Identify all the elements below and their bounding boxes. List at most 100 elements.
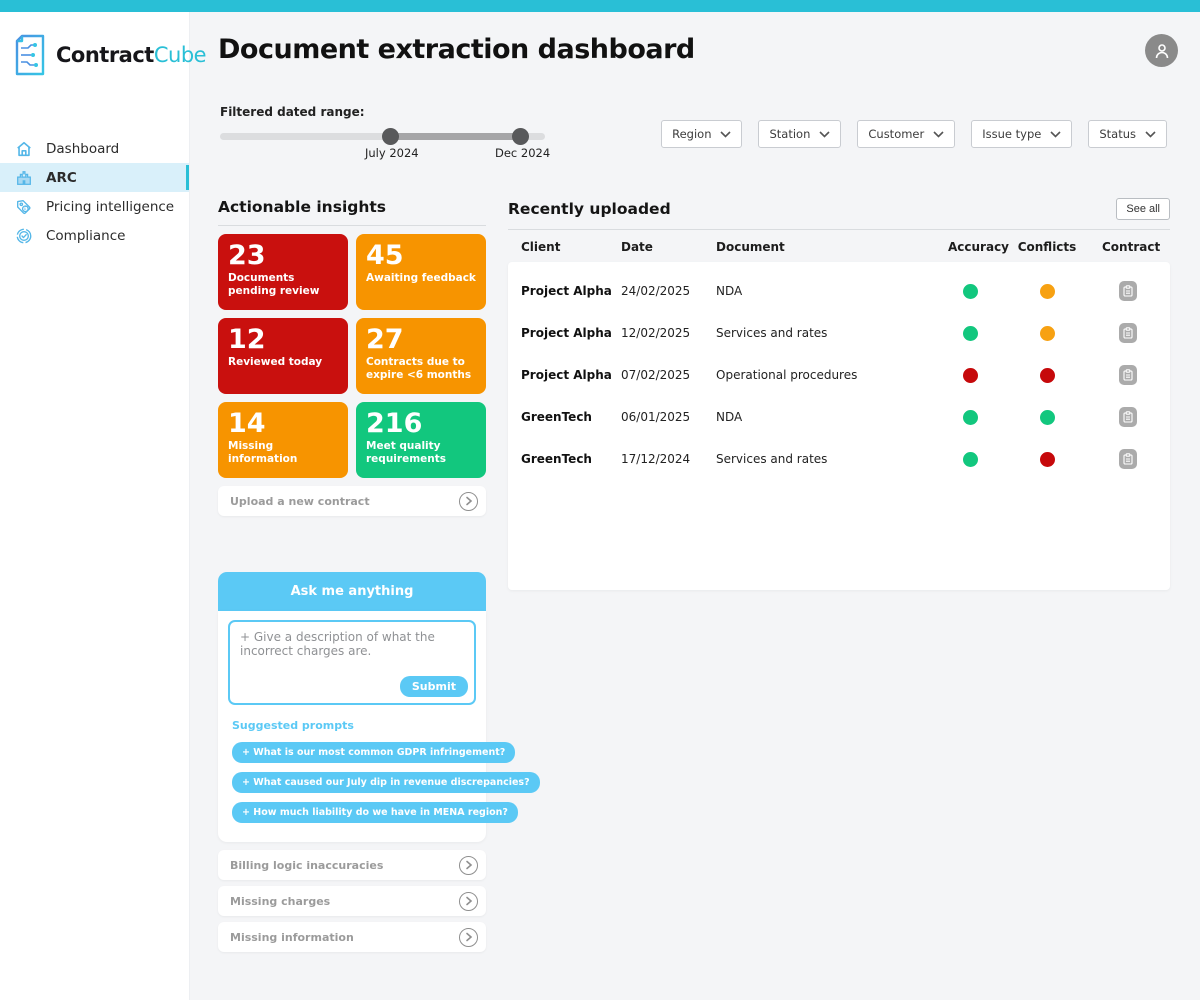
dropdown-label: Status bbox=[1099, 127, 1136, 141]
column-header-conflicts: Conflicts bbox=[1017, 240, 1077, 254]
conflicts-status-dot bbox=[1039, 325, 1055, 341]
insight-card-missing-information[interactable]: 14 Missing information bbox=[218, 402, 348, 478]
cell-document: Services and rates bbox=[716, 452, 828, 466]
accordion-missing-charges[interactable]: Missing charges bbox=[218, 886, 486, 916]
cell-client: Project Alpha bbox=[521, 368, 612, 382]
insight-label: Documents pending review bbox=[228, 272, 320, 297]
contract-document-icon[interactable] bbox=[1119, 365, 1137, 385]
sidebar-item-label: Dashboard bbox=[46, 140, 120, 157]
accordion-billing-logic-inaccuracies[interactable]: Billing logic inaccuracies bbox=[218, 850, 486, 880]
cell-date: 17/12/2024 bbox=[621, 452, 691, 466]
dropdown-label: Customer bbox=[868, 127, 925, 141]
chevron-right-circle-icon bbox=[459, 927, 478, 947]
slider-start-label: July 2024 bbox=[365, 146, 419, 160]
column-header-date: Date bbox=[621, 240, 653, 254]
document-circuit-icon bbox=[12, 34, 48, 76]
insight-value: 45 bbox=[366, 240, 404, 271]
user-avatar[interactable] bbox=[1145, 34, 1178, 67]
upload-new-contract-button[interactable]: Upload a new contract bbox=[218, 486, 486, 516]
brand-logo: ContractCube bbox=[0, 12, 207, 76]
insight-value: 12 bbox=[228, 324, 266, 355]
dropdown-station[interactable]: Station bbox=[758, 120, 842, 148]
accuracy-status-dot bbox=[962, 283, 978, 299]
contract-document-icon[interactable] bbox=[1119, 281, 1137, 301]
cell-document: NDA bbox=[716, 284, 743, 298]
cell-document: Operational procedures bbox=[716, 368, 858, 382]
contract-document-icon[interactable] bbox=[1119, 323, 1137, 343]
accordion-missing-information[interactable]: Missing information bbox=[218, 922, 486, 952]
column-header-accuracy: Accuracy bbox=[948, 240, 1010, 254]
insight-card-contracts-due-to-expire[interactable]: 27 Contracts due to expire <6 months bbox=[356, 318, 486, 394]
dropdown-region[interactable]: Region bbox=[661, 120, 743, 148]
table-row[interactable]: Project Alpha 24/02/2025 NDA bbox=[508, 270, 1170, 312]
table-row[interactable]: GreenTech 06/01/2025 NDA bbox=[508, 396, 1170, 438]
prompt-july-dip[interactable]: + What caused our July dip in revenue di… bbox=[232, 772, 540, 793]
slider-end-label: Dec 2024 bbox=[495, 146, 551, 160]
cell-client: GreenTech bbox=[521, 452, 592, 466]
actionable-insights-section: Actionable insights 23 Documents pending… bbox=[218, 198, 486, 516]
date-range-slider[interactable] bbox=[220, 127, 545, 145]
slider-handle-end[interactable] bbox=[512, 128, 529, 145]
insight-value: 23 bbox=[228, 240, 266, 271]
sidebar: ContractCube Dashboard ARC £ Pricing int… bbox=[0, 12, 207, 1000]
upload-label: Upload a new contract bbox=[230, 494, 370, 508]
insight-label: Awaiting feedback bbox=[366, 272, 476, 285]
accuracy-status-dot bbox=[962, 325, 978, 341]
recently-uploaded-section: Recently uploaded See all Client Date Do… bbox=[508, 198, 1170, 590]
insight-card-reviewed-today[interactable]: 12 Reviewed today bbox=[218, 318, 348, 394]
chevron-right-circle-icon bbox=[459, 855, 478, 875]
chevron-right-circle-icon bbox=[459, 491, 478, 511]
sidebar-item-dashboard[interactable]: Dashboard bbox=[0, 134, 189, 163]
cell-date: 12/02/2025 bbox=[621, 326, 691, 340]
accordion-label: Missing charges bbox=[230, 894, 331, 908]
insight-value: 27 bbox=[366, 324, 404, 355]
conflicts-status-dot bbox=[1039, 451, 1055, 467]
contract-document-icon[interactable] bbox=[1119, 449, 1137, 469]
column-header-contract: Contract bbox=[1102, 240, 1161, 254]
submit-button[interactable]: Submit bbox=[399, 676, 468, 697]
table-row[interactable]: Project Alpha 12/02/2025 Services and ra… bbox=[508, 312, 1170, 354]
insight-card-awaiting-feedback[interactable]: 45 Awaiting feedback bbox=[356, 234, 486, 310]
slider-handle-start[interactable] bbox=[382, 128, 399, 145]
insight-label: Missing information bbox=[228, 440, 298, 465]
suggested-prompts-title: Suggested prompts bbox=[232, 719, 354, 732]
svg-text:£: £ bbox=[24, 206, 27, 211]
insight-value: 14 bbox=[228, 408, 266, 439]
dropdown-status[interactable]: Status bbox=[1088, 120, 1167, 148]
main-content: Document extraction dashboard Filtered d… bbox=[190, 12, 1200, 1000]
top-accent-bar bbox=[0, 0, 1200, 12]
insight-card-documents-pending-review[interactable]: 23 Documents pending review bbox=[218, 234, 348, 310]
slider-selected-range bbox=[390, 133, 520, 140]
sidebar-item-compliance[interactable]: Compliance bbox=[0, 221, 189, 250]
accordion-label: Billing logic inaccuracies bbox=[230, 858, 384, 872]
chevron-down-icon bbox=[720, 130, 732, 138]
dropdown-label: Issue type bbox=[982, 127, 1042, 141]
cell-client: GreenTech bbox=[521, 410, 592, 424]
divider bbox=[218, 225, 486, 226]
insights-title: Actionable insights bbox=[218, 198, 387, 216]
chevron-down-icon bbox=[1050, 130, 1061, 138]
cell-date: 24/02/2025 bbox=[621, 284, 691, 298]
prompt-gdpr-infringement[interactable]: + What is our most common GDPR infringem… bbox=[232, 742, 516, 763]
ask-me-anything-header: Ask me anything bbox=[218, 572, 486, 611]
sidebar-item-pricing-intelligence[interactable]: £ Pricing intelligence bbox=[0, 192, 189, 221]
contract-document-icon[interactable] bbox=[1119, 407, 1137, 427]
see-all-button[interactable]: See all bbox=[1116, 198, 1170, 220]
shield-check-icon bbox=[14, 226, 34, 246]
dropdown-issue-type[interactable]: Issue type bbox=[971, 120, 1073, 148]
insight-label: Contracts due to expire <6 months bbox=[366, 356, 472, 381]
accuracy-status-dot bbox=[962, 409, 978, 425]
dropdown-customer[interactable]: Customer bbox=[857, 120, 956, 148]
table-row[interactable]: GreenTech 17/12/2024 Services and rates bbox=[508, 438, 1170, 480]
sidebar-item-arc[interactable]: ARC bbox=[0, 163, 189, 192]
prompt-mena-liability[interactable]: + How much liability do we have in MENA … bbox=[232, 802, 518, 823]
accuracy-status-dot bbox=[962, 451, 978, 467]
filter-dropdowns: Region Station Customer Issue type Statu… bbox=[661, 120, 1167, 148]
user-icon bbox=[1155, 43, 1168, 58]
column-header-document: Document bbox=[716, 240, 785, 254]
cell-client: Project Alpha bbox=[521, 326, 612, 340]
price-tag-icon: £ bbox=[14, 197, 34, 217]
insight-card-meet-quality-requirements[interactable]: 216 Meet quality requirements bbox=[356, 402, 486, 478]
sidebar-item-label: ARC bbox=[46, 169, 77, 186]
table-row[interactable]: Project Alpha 07/02/2025 Operational pro… bbox=[508, 354, 1170, 396]
